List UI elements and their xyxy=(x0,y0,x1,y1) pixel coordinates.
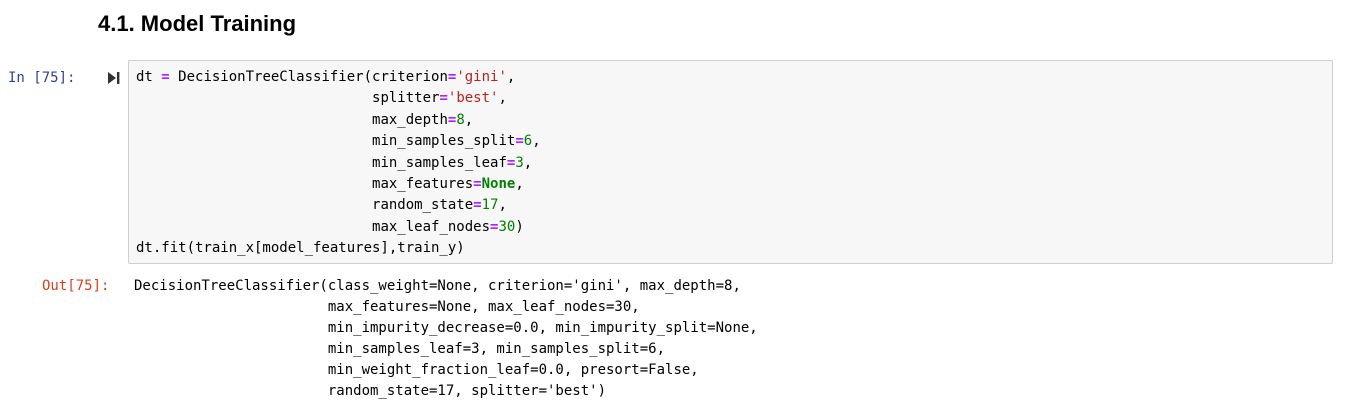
code-line-7: random_state=17, xyxy=(372,197,507,214)
code-line-4: min_samples_split=6, xyxy=(372,133,541,150)
output-line: max_features=None, max_leaf_nodes=30, xyxy=(134,298,640,315)
code-line-3: max_depth=8, xyxy=(372,111,474,128)
output-line: min_weight_fraction_leaf=0.0, presort=Fa… xyxy=(134,361,699,378)
output-prompt: Out[75]: xyxy=(42,278,110,294)
code-line-2: splitter='best', xyxy=(372,90,507,107)
output-line: min_samples_leaf=3, min_samples_split=6, xyxy=(134,340,666,357)
code-line-1: dt = DecisionTreeClassifier(criterion='g… xyxy=(136,69,516,85)
input-prompt: In [75]: xyxy=(8,70,76,86)
code-line-5: min_samples_leaf=3, xyxy=(372,154,533,171)
output-line: min_impurity_decrease=0.0, min_impurity_… xyxy=(134,319,758,336)
cell-output: DecisionTreeClassifier(class_weight=None… xyxy=(134,276,758,401)
code-editor[interactable]: dt = DecisionTreeClassifier(criterion='g… xyxy=(136,67,541,260)
output-line: random_state=17, splitter='best') xyxy=(134,382,607,399)
code-input-area[interactable]: dt = DecisionTreeClassifier(criterion='g… xyxy=(128,60,1333,264)
code-line-9: dt.fit(train_x[model_features],train_y) xyxy=(136,240,465,257)
code-line-8: max_leaf_nodes=30) xyxy=(372,218,524,235)
code-line-6: max_features=None, xyxy=(372,176,524,193)
section-heading: 4.1. Model Training xyxy=(98,11,297,36)
output-line: DecisionTreeClassifier(class_weight=None… xyxy=(134,278,741,294)
run-cell-icon[interactable] xyxy=(107,70,121,86)
